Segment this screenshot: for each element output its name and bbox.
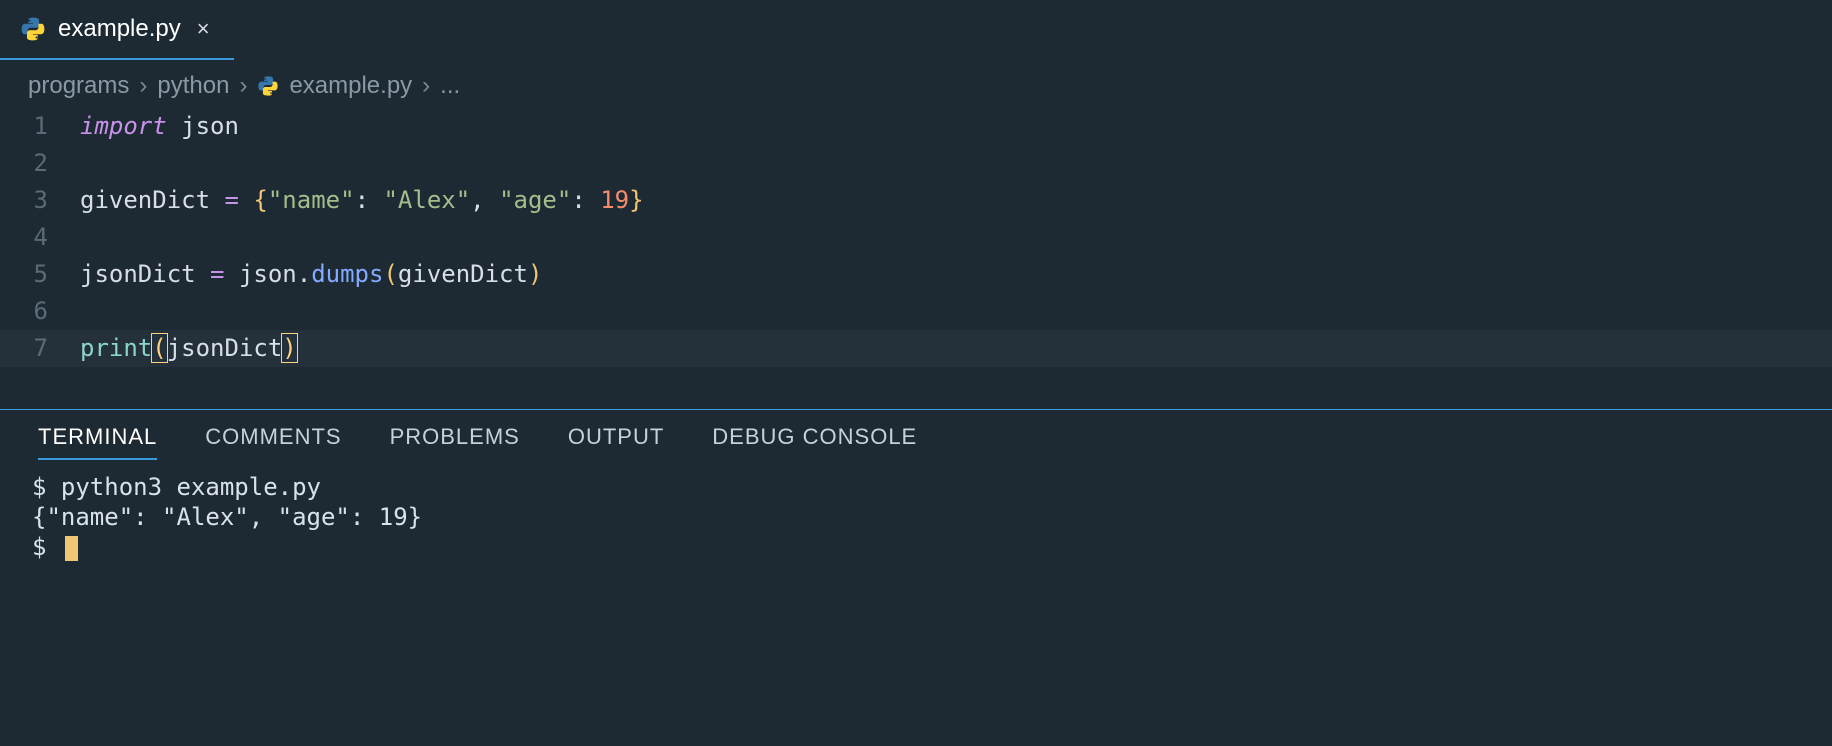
- code-content[interactable]: givenDict = {"name": "Alex", "age": 19}: [80, 182, 644, 219]
- line-number: 2: [0, 145, 80, 182]
- line-number: 4: [0, 219, 80, 256]
- code-content[interactable]: jsonDict = json.dumps(givenDict): [80, 256, 542, 293]
- code-line[interactable]: 4: [0, 219, 1832, 256]
- line-number: 7: [0, 330, 80, 367]
- terminal-line: $: [32, 532, 1800, 562]
- panel-tab-debug-console[interactable]: DEBUG CONSOLE: [712, 424, 917, 460]
- python-file-icon: [20, 16, 46, 42]
- code-line[interactable]: 1import json: [0, 108, 1832, 145]
- breadcrumb: programs › python › example.py › ...: [0, 60, 1832, 108]
- panel-tab-terminal[interactable]: TERMINAL: [38, 424, 157, 460]
- code-content[interactable]: print(jsonDict): [80, 330, 297, 367]
- line-number: 3: [0, 182, 80, 219]
- tab-filename: example.py: [58, 15, 181, 43]
- line-number: 6: [0, 293, 80, 330]
- code-line[interactable]: 6: [0, 293, 1832, 330]
- chevron-right-icon: ›: [422, 72, 430, 100]
- editor-tab-active[interactable]: example.py ×: [0, 0, 234, 60]
- panel-tab-problems[interactable]: PROBLEMS: [390, 424, 520, 460]
- breadcrumb-item[interactable]: example.py: [289, 72, 412, 100]
- line-number: 5: [0, 256, 80, 293]
- code-content[interactable]: import json: [80, 108, 239, 145]
- code-line[interactable]: 7print(jsonDict): [0, 330, 1832, 367]
- panel-tab-comments[interactable]: COMMENTS: [205, 424, 341, 460]
- chevron-right-icon: ›: [139, 72, 147, 100]
- terminal-panel[interactable]: $ python3 example.py{"name": "Alex", "ag…: [0, 466, 1832, 568]
- terminal-line: {"name": "Alex", "age": 19}: [32, 502, 1800, 532]
- panel-tab-output[interactable]: OUTPUT: [568, 424, 664, 460]
- code-line[interactable]: 5jsonDict = json.dumps(givenDict): [0, 256, 1832, 293]
- code-line[interactable]: 3givenDict = {"name": "Alex", "age": 19}: [0, 182, 1832, 219]
- code-editor[interactable]: 1import json23givenDict = {"name": "Alex…: [0, 108, 1832, 367]
- panel-tab-bar: TERMINAL COMMENTS PROBLEMS OUTPUT DEBUG CONS…: [0, 410, 1832, 466]
- terminal-line: $ python3 example.py: [32, 472, 1800, 502]
- terminal-cursor: [65, 536, 78, 561]
- breadcrumb-item[interactable]: ...: [440, 72, 460, 100]
- breadcrumb-item[interactable]: programs: [28, 72, 129, 100]
- breadcrumb-item[interactable]: python: [157, 72, 229, 100]
- chevron-right-icon: ›: [239, 72, 247, 100]
- close-icon[interactable]: ×: [193, 16, 214, 42]
- editor-tab-bar: example.py ×: [0, 0, 1832, 60]
- code-line[interactable]: 2: [0, 145, 1832, 182]
- python-file-icon: [257, 75, 279, 97]
- line-number: 1: [0, 108, 80, 145]
